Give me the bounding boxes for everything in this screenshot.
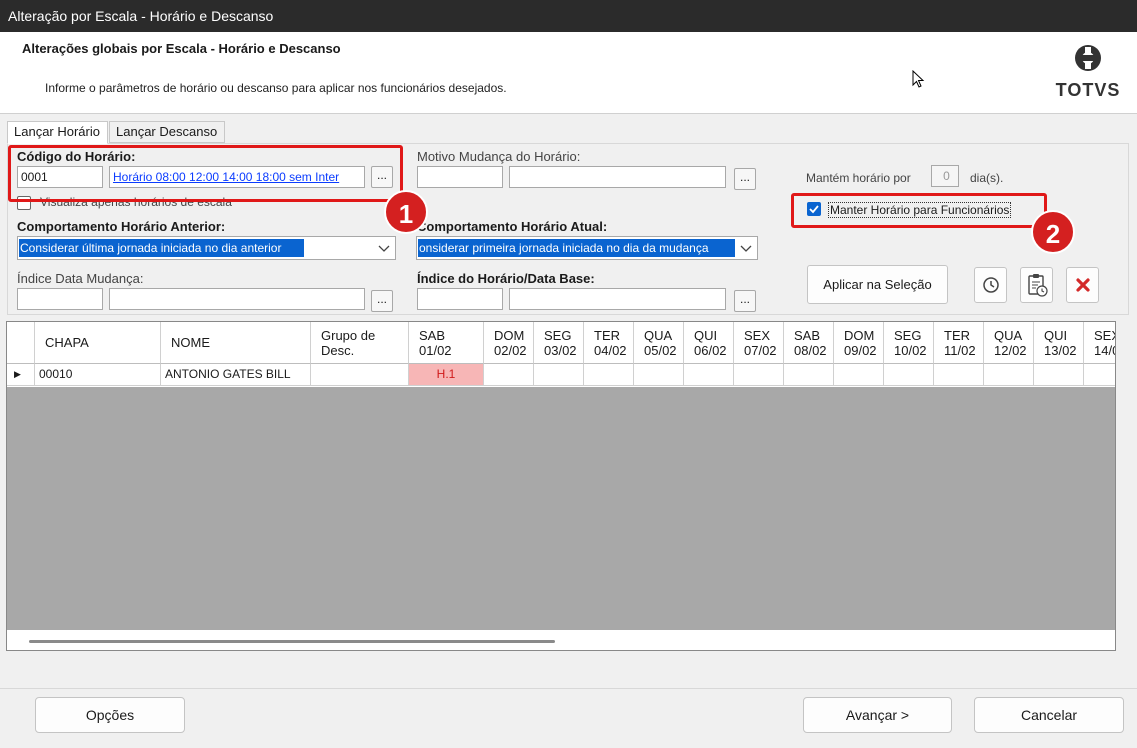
indice-horario-label: Índice do Horário/Data Base: bbox=[417, 271, 595, 286]
motivo-label: Motivo Mudança do Horário: bbox=[417, 149, 581, 164]
table-cell[interactable] bbox=[311, 364, 409, 386]
table-cell[interactable] bbox=[634, 364, 684, 386]
motivo-code-input[interactable] bbox=[417, 166, 503, 188]
column-header[interactable]: QUI 13/02 bbox=[1034, 322, 1084, 364]
indice-horario-code-input[interactable] bbox=[417, 288, 503, 310]
column-header[interactable]: SEX 07/02 bbox=[734, 322, 784, 364]
grid-empty-area bbox=[7, 387, 1115, 630]
table-cell[interactable] bbox=[784, 364, 834, 386]
table-cell[interactable] bbox=[1034, 364, 1084, 386]
comp-atual-select[interactable]: onsiderar primeira jornada iniciada no d… bbox=[416, 236, 758, 260]
chevron-down-icon bbox=[378, 245, 390, 252]
cancelar-button[interactable]: Cancelar bbox=[974, 697, 1124, 733]
table-cell[interactable] bbox=[584, 364, 634, 386]
indice-horario-browse-button[interactable]: ... bbox=[734, 290, 756, 312]
table-cell[interactable] bbox=[1084, 364, 1115, 386]
column-header[interactable]: SEX 14/02 bbox=[1084, 322, 1115, 364]
clipboard-clock-icon bbox=[1027, 274, 1048, 297]
clipboard-button[interactable] bbox=[1020, 267, 1053, 303]
table-cell[interactable] bbox=[684, 364, 734, 386]
highlight-box-manter bbox=[791, 193, 1047, 228]
row-indicator-icon[interactable]: ▶ bbox=[7, 364, 35, 386]
column-header[interactable]: DOM 02/02 bbox=[484, 322, 534, 364]
column-header[interactable]: SAB 08/02 bbox=[784, 322, 834, 364]
callout-badge-2: 2 bbox=[1031, 210, 1075, 254]
tab-lancar-descanso[interactable]: Lançar Descanso bbox=[109, 121, 225, 143]
table-cell[interactable]: H.1 bbox=[409, 364, 484, 386]
column-header[interactable]: DOM 09/02 bbox=[834, 322, 884, 364]
highlight-box-codigo bbox=[8, 145, 403, 202]
clock-button[interactable] bbox=[974, 267, 1007, 303]
title-bar: Alteração por Escala - Horário e Descans… bbox=[0, 0, 1137, 32]
table-cell[interactable] bbox=[534, 364, 584, 386]
comp-anterior-select[interactable]: Considerar última jornada iniciada no di… bbox=[17, 236, 396, 260]
aplicar-selecao-button[interactable]: Aplicar na Seleção bbox=[807, 265, 948, 304]
column-header[interactable]: TER 04/02 bbox=[584, 322, 634, 364]
table-cell[interactable] bbox=[734, 364, 784, 386]
mantem-label: Mantém horário por bbox=[806, 171, 911, 185]
comp-anterior-value: Considerar última jornada iniciada no di… bbox=[19, 239, 304, 257]
column-header[interactable]: QUI 06/02 bbox=[684, 322, 734, 364]
column-header[interactable]: SAB 01/02 bbox=[409, 322, 484, 364]
logo-text: TOTVS bbox=[1055, 80, 1121, 100]
indice-horario-description-input[interactable] bbox=[509, 288, 726, 310]
dialog-header: Alterações globais por Escala - Horário … bbox=[0, 32, 1137, 114]
table-cell[interactable] bbox=[484, 364, 534, 386]
clock-icon bbox=[982, 277, 999, 293]
comp-atual-label: Comportamento Horário Atual: bbox=[417, 219, 608, 234]
column-header[interactable]: SEG 10/02 bbox=[884, 322, 934, 364]
delete-button[interactable] bbox=[1066, 267, 1099, 303]
close-icon bbox=[1075, 278, 1090, 292]
motivo-browse-button[interactable]: ... bbox=[734, 168, 756, 190]
table-cell[interactable]: 00010 bbox=[35, 364, 161, 386]
header-subtitle: Informe o parâmetros de horário ou desca… bbox=[45, 81, 507, 95]
column-header[interactable] bbox=[7, 322, 35, 364]
totvs-logo-icon bbox=[1075, 45, 1101, 71]
employee-schedule-grid: CHAPA NOME Grupo de Desc. SAB 01/02 DOM 02/0… bbox=[6, 321, 1116, 651]
dialog-window: Alteração por Escala - Horário e Descans… bbox=[0, 0, 1137, 748]
motivo-description-input[interactable] bbox=[509, 166, 726, 188]
header-title: Alterações globais por Escala - Horário … bbox=[22, 41, 341, 56]
column-header[interactable]: QUA 05/02 bbox=[634, 322, 684, 364]
column-header[interactable]: NOME bbox=[161, 322, 311, 364]
mantem-suffix: dia(s). bbox=[970, 171, 1004, 185]
column-header[interactable]: SEG 03/02 bbox=[534, 322, 584, 364]
indice-data-description-input[interactable] bbox=[109, 288, 365, 310]
callout-badge-1: 1 bbox=[384, 190, 428, 234]
table-cell[interactable] bbox=[834, 364, 884, 386]
indice-data-label: Índice Data Mudança: bbox=[17, 271, 144, 286]
mantem-days-input[interactable]: 0 bbox=[931, 165, 959, 187]
chevron-down-icon bbox=[740, 245, 752, 252]
comp-atual-value: onsiderar primeira jornada iniciada no d… bbox=[418, 239, 735, 257]
column-header[interactable]: QUA 12/02 bbox=[984, 322, 1034, 364]
indice-data-code-input[interactable] bbox=[17, 288, 103, 310]
table-cell[interactable] bbox=[984, 364, 1034, 386]
column-header[interactable]: TER 11/02 bbox=[934, 322, 984, 364]
table-cell[interactable] bbox=[934, 364, 984, 386]
column-header[interactable]: Grupo de Desc. bbox=[311, 322, 409, 364]
table-cell[interactable] bbox=[884, 364, 934, 386]
table-cell[interactable]: ANTONIO GATES BILL bbox=[161, 364, 311, 386]
totvs-logo: TOTVS bbox=[1052, 42, 1124, 106]
scrollbar-thumb[interactable] bbox=[29, 640, 555, 643]
indice-data-browse-button[interactable]: ... bbox=[371, 290, 393, 312]
tab-lancar-horario[interactable]: Lançar Horário bbox=[7, 121, 108, 144]
opcoes-button[interactable]: Opções bbox=[35, 697, 185, 733]
comp-anterior-label: Comportamento Horário Anterior: bbox=[17, 219, 226, 234]
mouse-cursor-icon bbox=[912, 70, 925, 88]
column-header[interactable]: CHAPA bbox=[35, 322, 161, 364]
dialog-footer: Opções Avançar > Cancelar bbox=[0, 688, 1137, 748]
avancar-button[interactable]: Avançar > bbox=[803, 697, 952, 733]
horizontal-scrollbar[interactable] bbox=[7, 630, 1115, 650]
